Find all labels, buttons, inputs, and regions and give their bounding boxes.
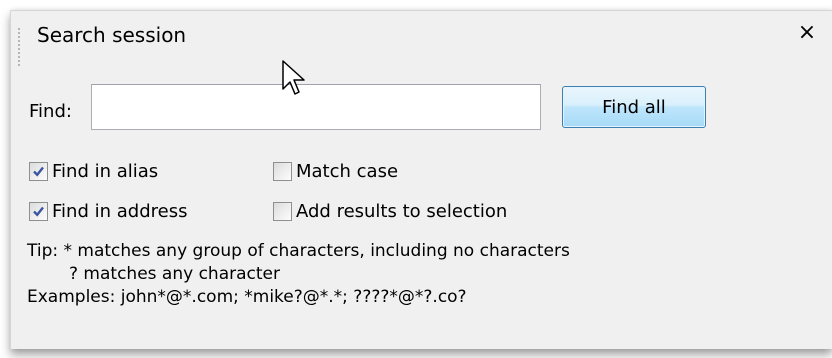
close-button[interactable]: × bbox=[794, 19, 820, 47]
find-all-button[interactable]: Find all bbox=[562, 86, 706, 128]
tip-line-examples: Examples: john*@*.com; *mike?@*.*; ????*… bbox=[27, 287, 467, 307]
checkbox-box[interactable] bbox=[29, 201, 48, 221]
panel-title: Search session bbox=[37, 23, 187, 47]
find-input[interactable] bbox=[91, 84, 541, 130]
tip-line-wildcard-question: ? matches any character bbox=[69, 264, 280, 284]
checkbox-label: Find in alias bbox=[52, 160, 159, 182]
checkbox-box[interactable] bbox=[273, 161, 292, 181]
tip-line-wildcard-star: Tip: * matches any group of characters, … bbox=[27, 241, 570, 261]
checkmark-icon bbox=[33, 166, 44, 177]
find-in-alias-checkbox[interactable]: Find in alias bbox=[29, 159, 158, 183]
checkbox-label: Add results to selection bbox=[296, 200, 508, 222]
search-session-panel: Search session × Find: Find all Find in … bbox=[10, 10, 832, 349]
drag-grip-handle[interactable] bbox=[18, 27, 20, 67]
checkbox-box[interactable] bbox=[273, 201, 292, 221]
add-results-to-selection-checkbox[interactable]: Add results to selection bbox=[273, 199, 507, 223]
find-in-address-checkbox[interactable]: Find in address bbox=[29, 199, 187, 223]
checkbox-label: Match case bbox=[296, 160, 399, 182]
checkbox-label: Find in address bbox=[52, 200, 188, 222]
checkbox-box[interactable] bbox=[29, 161, 48, 181]
match-case-checkbox[interactable]: Match case bbox=[273, 159, 398, 183]
find-label: Find: bbox=[29, 101, 72, 122]
mouse-cursor-icon bbox=[282, 60, 305, 95]
close-icon: × bbox=[797, 20, 817, 45]
checkmark-icon bbox=[33, 206, 44, 217]
